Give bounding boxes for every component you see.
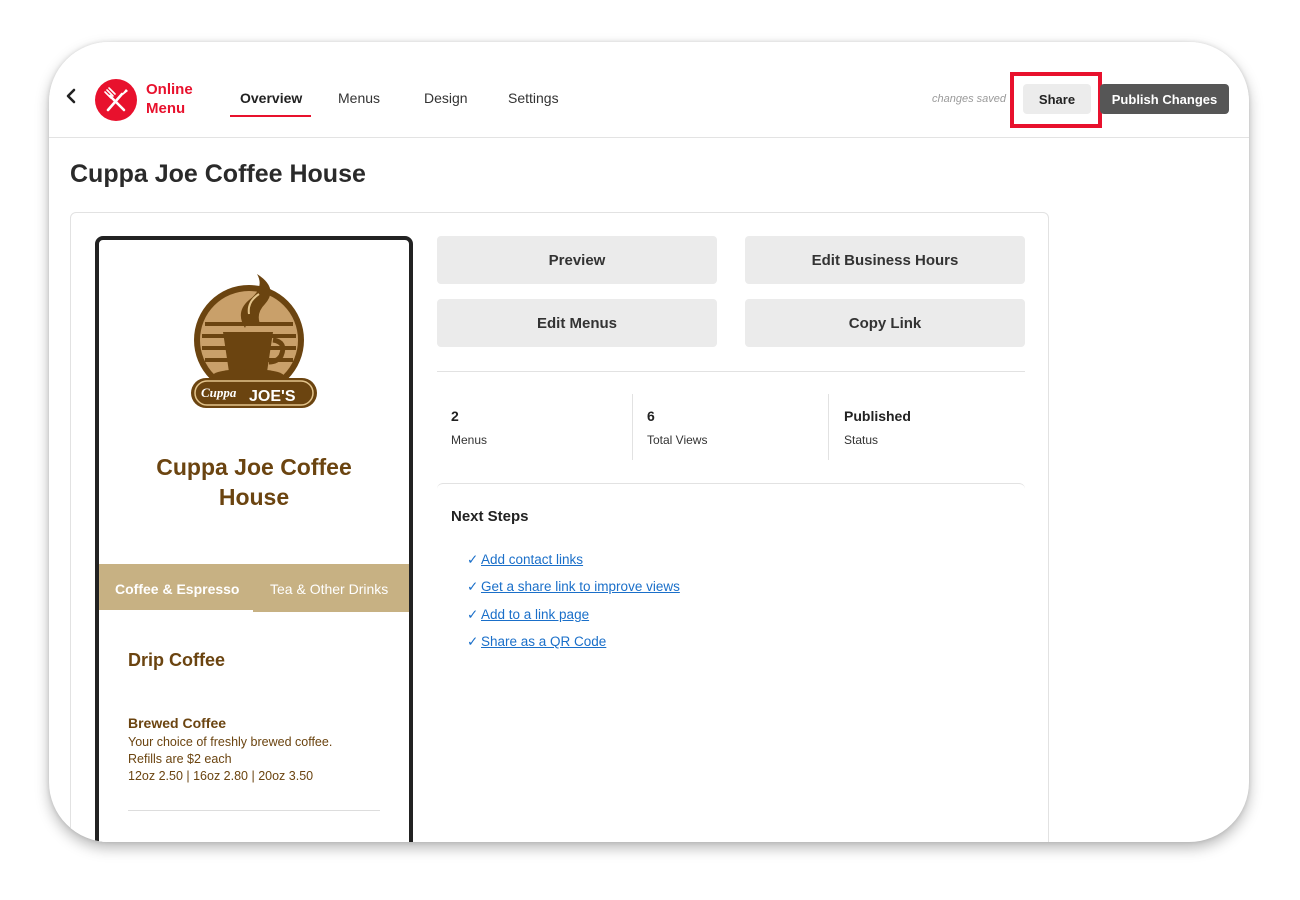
divider — [128, 810, 380, 811]
tab-settings[interactable]: Settings — [508, 90, 559, 106]
stat-menus-value: 2 — [451, 408, 459, 424]
next-steps-title: Next Steps — [451, 508, 529, 525]
logo-text-joes: JOE'S — [249, 388, 296, 405]
page-title: Cuppa Joe Coffee House — [70, 160, 366, 188]
fork-knife-icon — [104, 87, 128, 112]
edit-menus-button[interactable]: Edit Menus — [437, 299, 717, 347]
preview-item-description: Your choice of freshly brewed coffee. — [128, 735, 333, 749]
stat-views-value: 6 — [647, 408, 655, 424]
stat-status-value: Published — [844, 408, 911, 424]
add-to-link-page-link[interactable]: Add to a link page — [481, 607, 589, 622]
brand-name: Online Menu — [146, 81, 193, 117]
next-step-item: ✓ Get a share link to improve views — [467, 579, 680, 595]
preview-tab-tea[interactable]: Tea & Other Drinks — [270, 581, 388, 597]
top-bar: Online Menu Overview Menus Design Settin… — [49, 42, 1249, 138]
preview-tab-coffee[interactable]: Coffee & Espresso — [115, 581, 239, 597]
add-contact-links-link[interactable]: Add contact links — [481, 552, 583, 567]
next-step-item: ✓ Add to a link page — [467, 607, 589, 623]
publish-changes-button[interactable]: Publish Changes — [1100, 84, 1229, 114]
preview-section-title: Drip Coffee — [128, 650, 226, 670]
next-steps-panel — [437, 483, 1025, 842]
check-icon: ✓ — [467, 579, 479, 594]
preview-category-tabs: Coffee & Espresso Tea & Other Drinks — [99, 564, 409, 612]
preview-item-name: Brewed Coffee — [128, 715, 227, 731]
preview-tab-indicator — [99, 610, 253, 612]
stat-views-label: Total Views — [647, 433, 708, 447]
stat-divider — [632, 394, 633, 460]
tab-overview[interactable]: Overview — [240, 90, 302, 106]
preview-button[interactable]: Preview — [437, 236, 717, 284]
stat-menus-label: Menus — [451, 433, 488, 447]
stat-divider — [828, 394, 829, 460]
copy-link-button[interactable]: Copy Link — [745, 299, 1025, 347]
check-icon: ✓ — [467, 552, 479, 567]
next-step-item: ✓ Add contact links — [467, 552, 583, 568]
online-menu-logo — [95, 79, 137, 121]
edit-business-hours-button[interactable]: Edit Business Hours — [745, 236, 1025, 284]
save-status: changes saved — [932, 93, 1006, 105]
app-window: Online Menu Overview Menus Design Settin… — [49, 42, 1249, 842]
stat-status-label: Status — [844, 433, 879, 447]
preview-business-name: Cuppa Joe Coffee House — [156, 454, 352, 510]
chevron-left-icon[interactable] — [65, 88, 77, 104]
business-logo: Cuppa JOE'S — [191, 274, 317, 408]
check-icon: ✓ — [467, 634, 479, 649]
preview-item-prices: 12oz 2.50 | 16oz 2.80 | 20oz 3.50 — [128, 769, 314, 783]
tab-menus[interactable]: Menus — [338, 90, 380, 106]
divider — [437, 371, 1025, 372]
share-link-link[interactable]: Get a share link to improve views — [481, 579, 680, 594]
check-icon: ✓ — [467, 607, 479, 622]
active-tab-indicator — [230, 115, 311, 117]
menu-preview-phone: Cuppa JOE'S Cuppa Joe Coffee House Coffe… — [95, 236, 413, 842]
share-highlight-box — [1010, 72, 1102, 128]
tab-design[interactable]: Design — [424, 90, 468, 106]
next-step-item: ✓ Share as a QR Code — [467, 634, 606, 650]
share-qr-code-link[interactable]: Share as a QR Code — [481, 634, 606, 649]
logo-text-cuppa: Cuppa — [201, 385, 237, 400]
preview-item-note: Refills are $2 each — [128, 752, 232, 766]
